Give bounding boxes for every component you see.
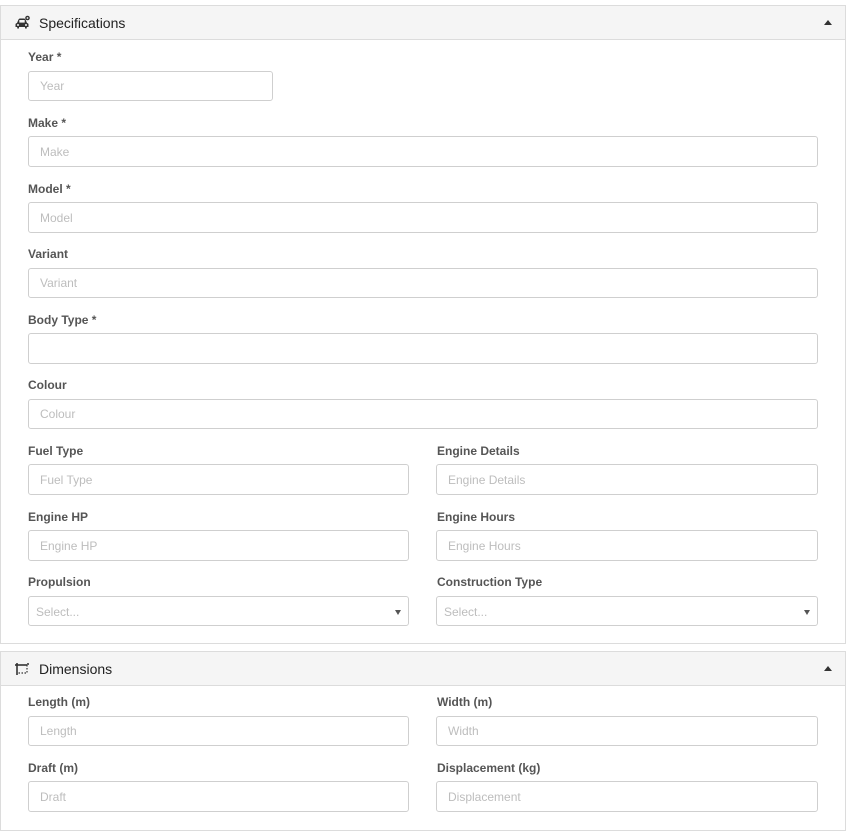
colour-label: Colour bbox=[28, 378, 67, 392]
specifications-panel-header[interactable]: Specifications bbox=[1, 6, 845, 40]
model-label: Model * bbox=[28, 182, 71, 196]
body-type-input[interactable] bbox=[28, 333, 818, 364]
engine-details-input[interactable] bbox=[436, 464, 818, 495]
length-label: Length (m) bbox=[28, 695, 90, 709]
chevron-down-icon bbox=[395, 610, 401, 615]
construction-type-label: Construction Type bbox=[437, 575, 543, 589]
draft-input[interactable] bbox=[28, 781, 409, 812]
variant-input[interactable] bbox=[28, 268, 818, 298]
collapse-caret-icon[interactable] bbox=[824, 666, 832, 671]
width-label: Width (m) bbox=[437, 695, 493, 709]
fuel-type-input[interactable] bbox=[28, 464, 409, 495]
construction-type-select[interactable]: Select... bbox=[436, 596, 818, 626]
length-input[interactable] bbox=[28, 716, 409, 746]
colour-input[interactable] bbox=[28, 399, 818, 429]
dimensions-title: Dimensions bbox=[39, 661, 113, 677]
engine-hours-label: Engine Hours bbox=[437, 510, 516, 524]
displacement-input[interactable] bbox=[436, 781, 818, 812]
make-label: Make * bbox=[28, 116, 67, 130]
body-type-label: Body Type * bbox=[28, 313, 97, 327]
engine-hp-input[interactable] bbox=[28, 530, 409, 561]
year-input[interactable] bbox=[28, 71, 273, 101]
model-input[interactable] bbox=[28, 202, 818, 233]
engine-hours-input[interactable] bbox=[436, 530, 818, 561]
draft-label: Draft (m) bbox=[28, 761, 78, 775]
year-label: Year * bbox=[28, 50, 62, 64]
dimensions-panel-header[interactable]: Dimensions bbox=[1, 652, 845, 686]
make-input[interactable] bbox=[28, 136, 818, 167]
engine-details-label: Engine Details bbox=[437, 444, 520, 458]
collapse-caret-icon[interactable] bbox=[824, 20, 832, 25]
variant-label: Variant bbox=[28, 247, 69, 261]
engine-hp-label: Engine HP bbox=[28, 510, 89, 524]
specifications-title: Specifications bbox=[39, 15, 126, 31]
dimensions-icon bbox=[14, 661, 31, 676]
construction-type-select-value: Select... bbox=[444, 605, 488, 619]
width-input[interactable] bbox=[436, 716, 818, 746]
car-icon bbox=[14, 15, 31, 30]
chevron-down-icon bbox=[804, 610, 810, 615]
propulsion-select[interactable]: Select... bbox=[28, 596, 409, 626]
fuel-type-label: Fuel Type bbox=[28, 444, 84, 458]
propulsion-select-value: Select... bbox=[36, 605, 80, 619]
displacement-label: Displacement (kg) bbox=[437, 761, 541, 775]
propulsion-label: Propulsion bbox=[28, 575, 91, 589]
